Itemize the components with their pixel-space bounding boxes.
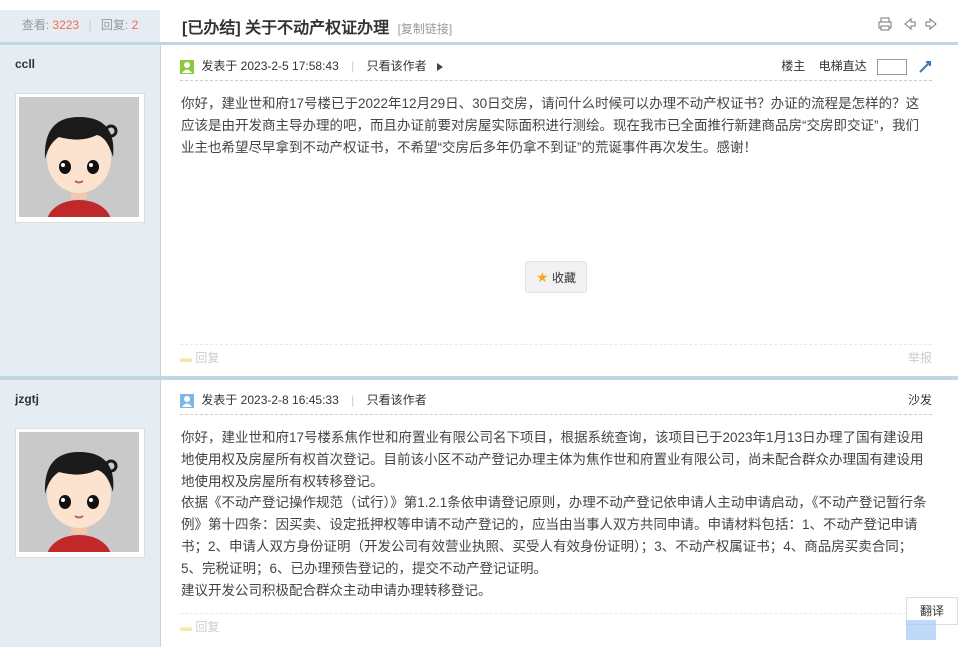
author-name[interactable]: ccll — [15, 57, 35, 71]
reply-icon: ▬ — [180, 351, 192, 365]
post-paragraph: 依据《不动产登记操作规范（试行）》第1.2.1条依申请登记原则，办理不动产登记依… — [181, 495, 927, 576]
user-status-icon — [180, 393, 194, 408]
replies-count: 2 — [131, 18, 139, 32]
copy-link-button[interactable]: [复制链接] — [398, 22, 453, 36]
reply-icon: ▬ — [180, 620, 192, 634]
post-meta-right: 楼主 电梯直达 — [771, 52, 932, 80]
post-paragraph: 你好，建业世和府17号楼系焦作世和府置业有限公司名下项目，根据系统查询，该项目已… — [181, 430, 924, 489]
thread-title: [已办结] 关于不动产权证办理 — [182, 20, 390, 37]
jump-go-icon[interactable] — [918, 60, 932, 74]
post-time: 发表于 2023-2-5 17:58:43 — [201, 59, 339, 73]
floor-label: 楼主 — [781, 59, 806, 73]
post-body: 你好，建业世和府17号楼系焦作世和府置业有限公司名下项目，根据系统查询，该项目已… — [181, 427, 932, 601]
post-time: 发表于 2023-2-8 16:45:33 — [201, 393, 339, 407]
post-item: jzgtj 发表于 2023-2-8 16:45:33 | 只看该作者 沙发 你… — [0, 380, 958, 647]
floor-jump-input[interactable] — [876, 58, 907, 75]
reply-button[interactable]: ▬ 回复 — [180, 345, 219, 371]
post-footer: ▬ 回复 举报 — [180, 344, 932, 371]
elevator-label: 电梯直达 — [818, 59, 867, 73]
print-icon[interactable] — [877, 16, 893, 32]
views-label: 查看: — [21, 18, 50, 32]
views-count: 3223 — [52, 18, 80, 32]
online-status-icon — [180, 59, 194, 74]
replies-label: 回复: — [100, 18, 129, 32]
post-sidebar: ccll — [0, 45, 161, 378]
post-meta: 发表于 2023-2-5 17:58:43 | 只看该作者 楼主 电梯直达 — [180, 52, 932, 81]
favorite-label: 收藏 — [551, 271, 576, 285]
thread-header: 查看: 3223 | 回复: 2 [已办结] 关于不动产权证办理 [复制链接] — [0, 10, 958, 45]
previous-thread-icon[interactable] — [901, 16, 917, 32]
next-thread-icon[interactable] — [924, 16, 940, 32]
avatar[interactable] — [15, 428, 145, 558]
only-author-link[interactable]: 只看该作者 — [367, 59, 427, 73]
reply-button[interactable]: ▬ 回复 — [180, 614, 219, 640]
report-button[interactable]: 举报 — [908, 345, 932, 371]
avatar-cartoon-icon — [19, 432, 139, 552]
favorite-button[interactable]: ★ 收藏 — [525, 261, 587, 293]
post-body: 你好，建业世和府17号楼已于2022年12月29日、30日交房，请问什么时候可以… — [181, 96, 920, 155]
author-name[interactable]: jzgtj — [15, 392, 39, 406]
post-meta-right: 沙发 — [898, 386, 932, 414]
floor-label: 沙发 — [907, 393, 932, 407]
scroll-top-button[interactable] — [906, 620, 936, 640]
thread-title-wrap: [已办结] 关于不动产权证办理 [复制链接] — [182, 14, 452, 38]
thread-page: 查看: 3223 | 回复: 2 [已办结] 关于不动产权证办理 [复制链接] … — [0, 0, 958, 647]
post-meta: 发表于 2023-2-8 16:45:33 | 只看该作者 沙发 — [180, 386, 932, 415]
thread-tools — [873, 16, 940, 32]
avatar[interactable] — [15, 93, 145, 223]
thread-stats: 查看: 3223 | 回复: 2 — [0, 10, 160, 42]
post-footer: ▬ 回复 — [180, 613, 932, 640]
caret-right-icon — [436, 62, 443, 71]
post-sidebar: jzgtj — [0, 380, 161, 647]
only-author-link[interactable]: 只看该作者 — [367, 393, 427, 407]
post-item: ccll 发表于 2023-2-5 17:58:43 | 只看该作者 楼主 电梯… — [0, 45, 958, 380]
avatar-cartoon-icon — [19, 97, 139, 217]
star-icon: ★ — [536, 269, 549, 285]
post-paragraph: 建议开发公司积极配合群众主动申请办理转移登记。 — [181, 582, 492, 598]
